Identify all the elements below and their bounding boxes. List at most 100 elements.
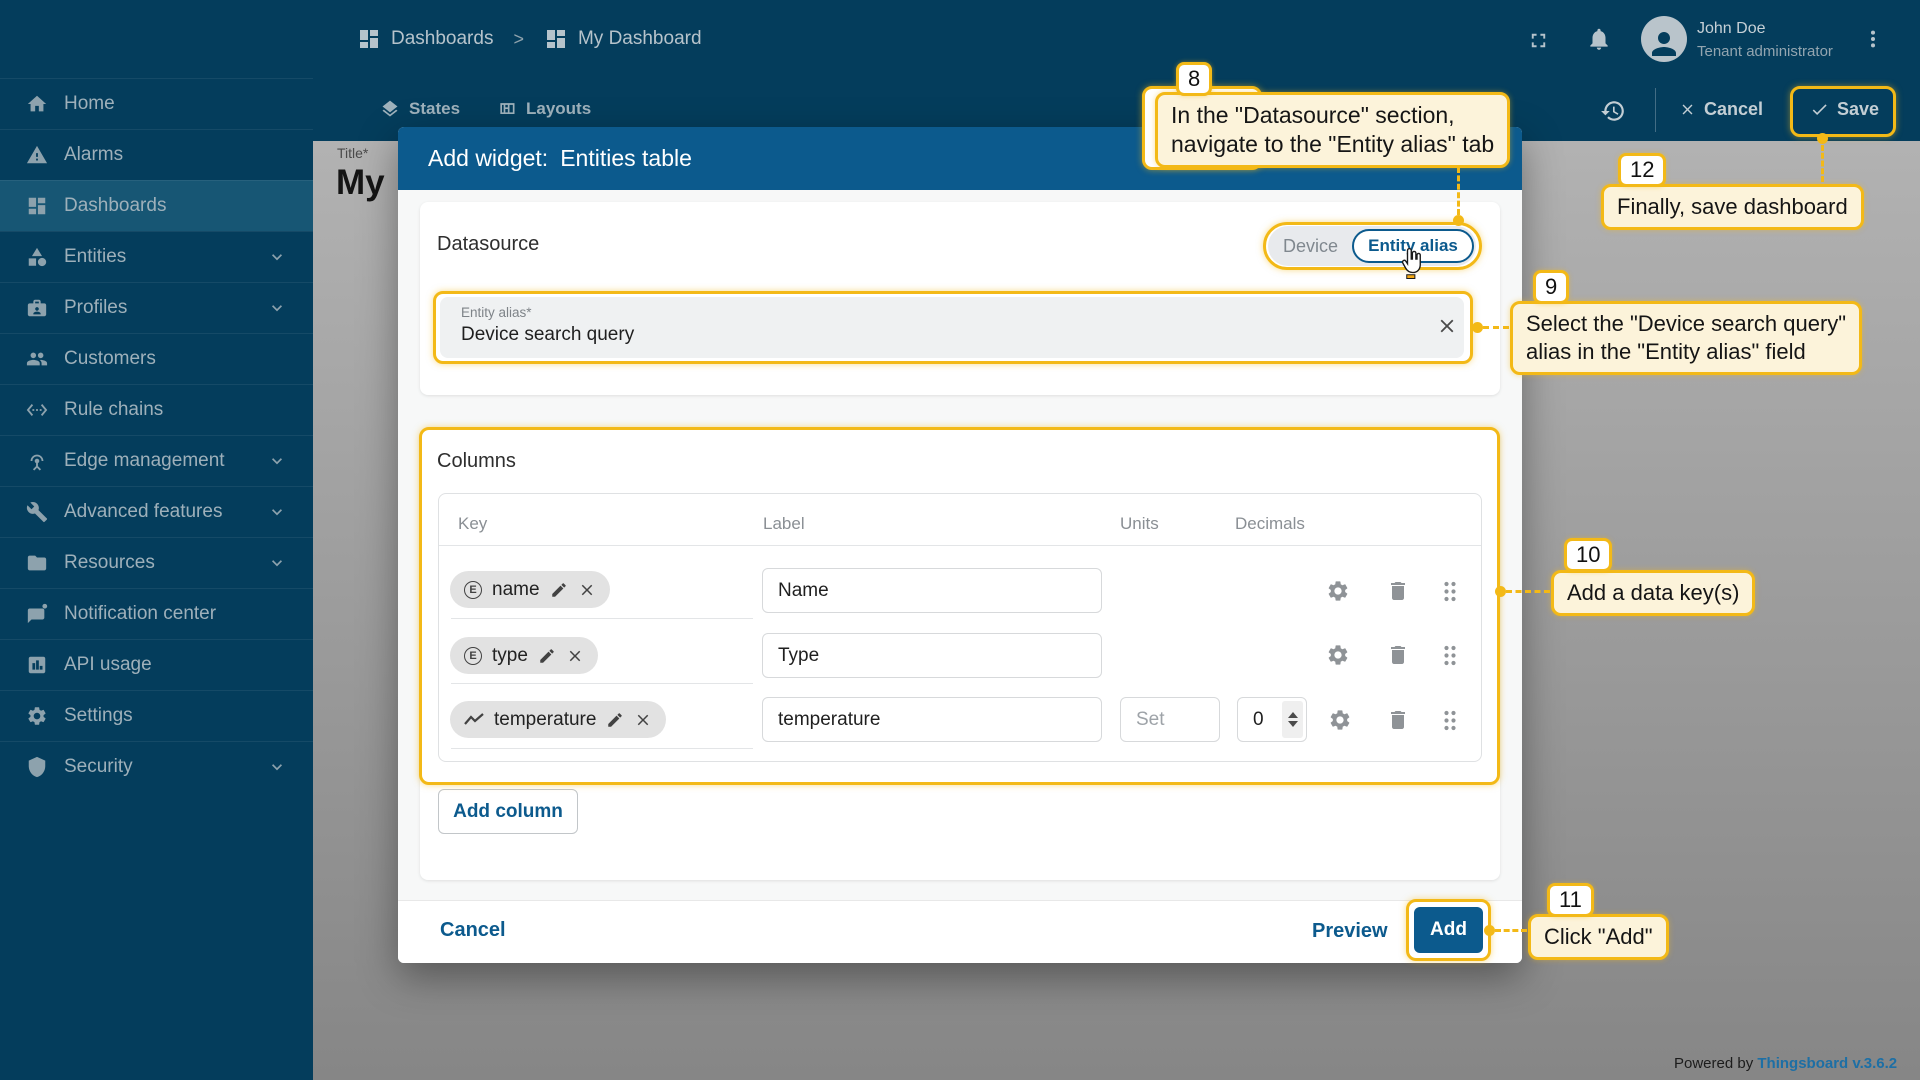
remove-key-icon[interactable]	[578, 581, 596, 599]
clear-alias-icon[interactable]	[1436, 315, 1458, 337]
sidebar-item-customers[interactable]: Customers	[0, 333, 313, 384]
dialog-add-button[interactable]: Add	[1414, 907, 1483, 953]
step-callout: Add a data key(s)	[1551, 570, 1755, 616]
step-callout: In the "Datasource" section, navigate to…	[1155, 92, 1510, 168]
warning-icon	[26, 144, 48, 166]
sidebar-item-advanced-features[interactable]: Advanced features	[0, 486, 313, 537]
connector-dot	[1484, 925, 1495, 936]
sidebar-item-profiles[interactable]: Profiles	[0, 282, 313, 333]
tab-states[interactable]: States	[380, 99, 460, 119]
add-column-button[interactable]: Add column	[438, 789, 578, 834]
history-icon[interactable]	[1600, 98, 1626, 124]
chevron-down-icon	[267, 757, 287, 777]
notifications-bell-icon[interactable]	[1586, 26, 1612, 52]
sidebar-item-alarms[interactable]: Alarms	[0, 129, 313, 180]
column-settings-icon[interactable]	[1328, 708, 1352, 732]
step-callout: Select the "Device search query" alias i…	[1510, 301, 1862, 375]
antenna-icon	[26, 450, 48, 472]
sidebar-item-security[interactable]: Security	[0, 741, 313, 792]
more-vert-icon[interactable]	[1862, 23, 1884, 55]
user-name: John Doe	[1697, 20, 1766, 38]
dialog-cancel-button[interactable]: Cancel	[440, 919, 506, 942]
col-header-decimals: Decimals	[1235, 514, 1305, 534]
home-icon	[26, 93, 48, 115]
stepper-arrows[interactable]	[1282, 701, 1303, 738]
dialog-widget-name: Entities table	[560, 145, 692, 172]
breadcrumb-current: My Dashboard	[578, 28, 702, 50]
sidebar-item-edge-management[interactable]: Edge management	[0, 435, 313, 486]
edit-key-icon[interactable]	[538, 647, 556, 665]
label-input-type[interactable]	[762, 633, 1102, 678]
decimals-stepper[interactable]: 0	[1237, 697, 1307, 742]
delete-column-icon[interactable]	[1386, 708, 1410, 732]
dashboard-icon	[357, 27, 381, 51]
step-badge: 10	[1564, 538, 1612, 572]
cancel-edit-button[interactable]: Cancel	[1679, 99, 1763, 120]
dashboard-title-label: Title*	[337, 145, 368, 161]
connector-dot	[1453, 215, 1464, 226]
dashboard-title-value: My	[336, 163, 385, 203]
key-chip-temperature[interactable]: temperature	[450, 701, 666, 738]
preview-button[interactable]: Preview	[1312, 920, 1388, 943]
remove-key-icon[interactable]	[566, 647, 584, 665]
key-chip-name[interactable]: E name	[450, 571, 610, 608]
breadcrumb-dashboards[interactable]: Dashboards	[391, 28, 493, 50]
step-callout: Click "Add"	[1528, 914, 1669, 960]
edit-key-icon[interactable]	[606, 711, 624, 729]
key-chip-type[interactable]: E type	[450, 637, 598, 674]
user-role: Tenant administrator	[1697, 43, 1833, 60]
powered-by: Powered by Thingsboard v.3.6.2	[1674, 1055, 1897, 1072]
column-settings-icon[interactable]	[1326, 579, 1350, 603]
chevron-down-icon	[267, 247, 287, 267]
sidebar-item-rule-chains[interactable]: Rule chains	[0, 384, 313, 435]
drag-handle-icon[interactable]	[1442, 709, 1458, 732]
version-link[interactable]: Thingsboard v.3.6.2	[1757, 1055, 1897, 1072]
step-badge: 8	[1176, 62, 1212, 96]
sidebar-item-entities[interactable]: Entities	[0, 231, 313, 282]
chevron-down-icon	[267, 298, 287, 318]
chart-icon	[26, 654, 48, 676]
close-icon	[1679, 101, 1696, 118]
column-settings-icon[interactable]	[1326, 643, 1350, 667]
drag-handle-icon[interactable]	[1442, 644, 1458, 667]
sidebar-item-dashboards[interactable]: Dashboards	[0, 180, 313, 231]
drag-handle-icon[interactable]	[1442, 580, 1458, 603]
sidebar-item-resources[interactable]: Resources	[0, 537, 313, 588]
fullscreen-icon[interactable]	[1527, 29, 1550, 52]
edit-key-icon[interactable]	[550, 581, 568, 599]
label-input-temperature[interactable]	[762, 697, 1102, 742]
save-dashboard-button[interactable]: Save	[1810, 99, 1879, 120]
row-divider	[451, 618, 753, 619]
check-icon	[1810, 100, 1829, 119]
user-avatar[interactable]	[1641, 16, 1687, 62]
breadcrumb-separator: >	[513, 29, 524, 50]
entity-alias-value: Device search query	[461, 324, 634, 346]
dialog-title: Add widget:	[428, 145, 548, 172]
tab-layouts[interactable]: Layouts	[497, 99, 591, 119]
badge-icon	[26, 297, 48, 319]
top-header	[0, 0, 1920, 78]
sidebar-item-notification-center[interactable]: Notification center	[0, 588, 313, 639]
chevron-down-icon	[267, 451, 287, 471]
gear-icon	[26, 705, 48, 727]
connector-line	[1821, 145, 1824, 182]
connector-line	[1483, 326, 1509, 329]
remove-key-icon[interactable]	[634, 711, 652, 729]
delete-column-icon[interactable]	[1386, 579, 1410, 603]
units-input[interactable]	[1120, 697, 1220, 742]
delete-column-icon[interactable]	[1386, 643, 1410, 667]
toggle-option-entity-alias[interactable]: Entity alias	[1352, 229, 1474, 263]
ethernet-icon	[26, 399, 48, 421]
tools-icon	[26, 501, 48, 523]
sidebar-item-settings[interactable]: Settings	[0, 690, 313, 741]
step-callout: Finally, save dashboard	[1601, 184, 1864, 230]
sidebar-item-home[interactable]: Home	[0, 78, 313, 129]
message-icon	[26, 603, 48, 625]
row-divider	[451, 683, 753, 684]
toggle-option-device[interactable]: Device	[1283, 236, 1338, 257]
step-badge: 11	[1547, 883, 1594, 917]
sidebar-item-api-usage[interactable]: API usage	[0, 639, 313, 690]
step-badge: 9	[1533, 270, 1569, 304]
thingsboard-app: ⚙ ThingsBoard Dashboards > My Dashboard …	[0, 0, 1920, 1080]
label-input-name[interactable]	[762, 568, 1102, 613]
